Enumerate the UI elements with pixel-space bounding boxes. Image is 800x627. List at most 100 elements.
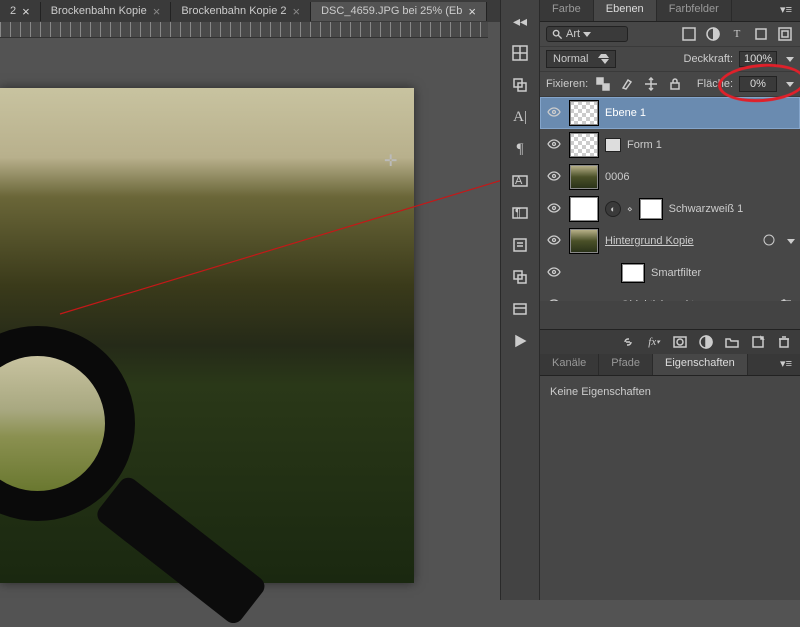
char-styles-icon[interactable]: A — [509, 170, 531, 192]
blend-opacity-row: Normal Deckkraft: 100% — [540, 47, 800, 72]
layer-name[interactable]: Form 1 — [627, 139, 662, 151]
close-tab-icon[interactable]: × — [468, 5, 476, 18]
paragraph-icon[interactable]: ¶ — [509, 138, 531, 160]
document-tab[interactable]: DSC_4659.JPG bei 25% (Eb × — [311, 2, 487, 21]
empty-area — [540, 301, 800, 329]
fill-dropdown-icon[interactable] — [786, 82, 794, 87]
chevron-down-icon[interactable] — [784, 239, 795, 244]
filter-adjust-icon[interactable] — [704, 25, 722, 43]
fx-badge-icon[interactable] — [762, 233, 778, 250]
new-layer-icon[interactable] — [750, 334, 766, 350]
close-tab-icon[interactable]: × — [153, 5, 161, 18]
opacity-label: Deckkraft: — [684, 53, 734, 65]
delete-layer-icon[interactable] — [776, 334, 792, 350]
tab-label: DSC_4659.JPG bei 25% (Eb — [321, 5, 462, 17]
filter-mask-thumbnail[interactable] — [621, 263, 645, 283]
tab-label: 2 — [10, 5, 16, 17]
no-properties-text: Keine Eigenschaften — [550, 386, 651, 398]
link-layers-icon[interactable] — [620, 334, 636, 350]
vertical-dock: ◂◂ A| ¶ A ¶ — [500, 0, 540, 600]
link-icon: ⋄ — [627, 204, 633, 215]
adjustment-icon: ◐ — [605, 201, 621, 217]
layer-mask-icon[interactable] — [672, 334, 688, 350]
svg-text:¶: ¶ — [515, 207, 521, 219]
swatches-icon[interactable] — [509, 42, 531, 64]
panel-menu-icon[interactable]: ▾≡ — [772, 354, 800, 375]
play-icon[interactable] — [509, 330, 531, 352]
layer-style-icon[interactable]: fx▾ — [646, 334, 662, 350]
layer-row[interactable]: Objektivkorrektur — [540, 289, 800, 301]
layer-filter-row: Art T — [540, 22, 800, 47]
close-tab-icon[interactable]: × — [22, 5, 30, 18]
image-canvas[interactable] — [0, 88, 414, 583]
notes-icon[interactable] — [509, 234, 531, 256]
clone-icon[interactable] — [509, 266, 531, 288]
opacity-input[interactable]: 100% — [739, 51, 777, 67]
lock-fill-row: Fixieren: Fläche: 0% — [540, 72, 800, 97]
vector-mask-thumbnail[interactable] — [605, 138, 621, 152]
filter-type-text-icon[interactable]: T — [728, 25, 746, 43]
filter-shape-icon[interactable] — [752, 25, 770, 43]
visibility-eye-icon[interactable] — [545, 169, 563, 186]
layer-name[interactable]: Smartfilter — [651, 267, 701, 279]
layer-thumbnail[interactable] — [569, 100, 599, 126]
lock-label: Fixieren: — [546, 78, 588, 90]
group-icon[interactable] — [724, 334, 740, 350]
right-panel: FarbeEbenenFarbfelder ▾≡ Art T Normal De… — [540, 0, 800, 600]
visibility-eye-icon[interactable] — [545, 201, 563, 218]
collapse-icon[interactable]: ◂◂ — [509, 10, 531, 32]
panel-menu-icon[interactable]: ▾≡ — [772, 0, 800, 21]
layer-name[interactable]: 0006 — [605, 171, 629, 183]
panel-tab[interactable]: Pfade — [599, 354, 653, 375]
blend-mode-dropdown[interactable]: Normal — [546, 50, 616, 68]
document-tab[interactable]: Brockenbahn Kopie 2 × — [171, 2, 311, 21]
lock-position-icon[interactable] — [642, 75, 660, 93]
para-styles-icon[interactable]: ¶ — [509, 202, 531, 224]
filter-pixel-icon[interactable] — [680, 25, 698, 43]
layer-thumbnail[interactable] — [569, 132, 599, 158]
fill-input[interactable]: 0% — [739, 76, 777, 92]
layer-name[interactable]: Ebene 1 — [605, 107, 646, 119]
layer-thumbnail[interactable] — [569, 196, 599, 222]
panel-tab[interactable]: Farbe — [540, 0, 594, 21]
panel-tab[interactable]: Eigenschaften — [653, 354, 748, 375]
close-tab-icon[interactable]: × — [293, 5, 301, 18]
visibility-eye-icon[interactable] — [545, 233, 563, 250]
mask-thumbnail[interactable] — [639, 198, 663, 220]
fill-label: Fläche: — [697, 78, 733, 90]
layer-thumbnail[interactable] — [569, 228, 599, 254]
lock-pixels-icon[interactable] — [618, 75, 636, 93]
panel-tab[interactable]: Ebenen — [594, 0, 657, 21]
visibility-eye-icon[interactable] — [545, 265, 563, 282]
layer-row[interactable]: ◐ ⋄ Schwarzweiß 1 — [540, 193, 800, 225]
layer-row[interactable]: Ebene 1 — [540, 97, 800, 129]
opacity-dropdown-icon[interactable] — [786, 57, 794, 62]
lock-transparency-icon[interactable] — [594, 75, 612, 93]
layer-thumbnail[interactable] — [569, 164, 599, 190]
layer-row[interactable]: Form 1 — [540, 129, 800, 161]
visibility-eye-icon[interactable] — [545, 105, 563, 122]
history-icon[interactable] — [509, 298, 531, 320]
layer-name[interactable]: Hintergrund Kopie — [605, 235, 694, 247]
layer-row[interactable]: 0006 — [540, 161, 800, 193]
horizontal-ruler — [0, 22, 488, 38]
panel-tab[interactable]: Kanäle — [540, 354, 599, 375]
document-tab[interactable]: 2× — [0, 2, 41, 21]
layer-row[interactable]: Smartfilter — [540, 257, 800, 289]
document-tab[interactable]: Brockenbahn Kopie× — [41, 2, 172, 21]
tab-label: Brockenbahn Kopie 2 — [181, 5, 286, 17]
properties-panel-tabs: KanälePfadeEigenschaften ▾≡ — [540, 354, 800, 376]
blend-mode-value: Normal — [553, 53, 588, 65]
a-tool-icon[interactable]: A| — [509, 106, 531, 128]
color-icon[interactable] — [509, 74, 531, 96]
layers-list: Ebene 1 Form 1 0006 ◐ ⋄ Schwarzweiß 1 Hintergr… — [540, 97, 800, 301]
filter-smart-icon[interactable] — [776, 25, 794, 43]
layer-row[interactable]: Hintergrund Kopie — [540, 225, 800, 257]
adjustment-layer-icon[interactable] — [698, 334, 714, 350]
layer-name[interactable]: Schwarzweiß 1 — [669, 203, 744, 215]
panel-tab[interactable]: Farbfelder — [657, 0, 732, 21]
properties-content: Keine Eigenschaften — [540, 376, 800, 600]
visibility-eye-icon[interactable] — [545, 137, 563, 154]
filter-type-dropdown[interactable]: Art — [546, 26, 628, 42]
lock-all-icon[interactable] — [666, 75, 684, 93]
